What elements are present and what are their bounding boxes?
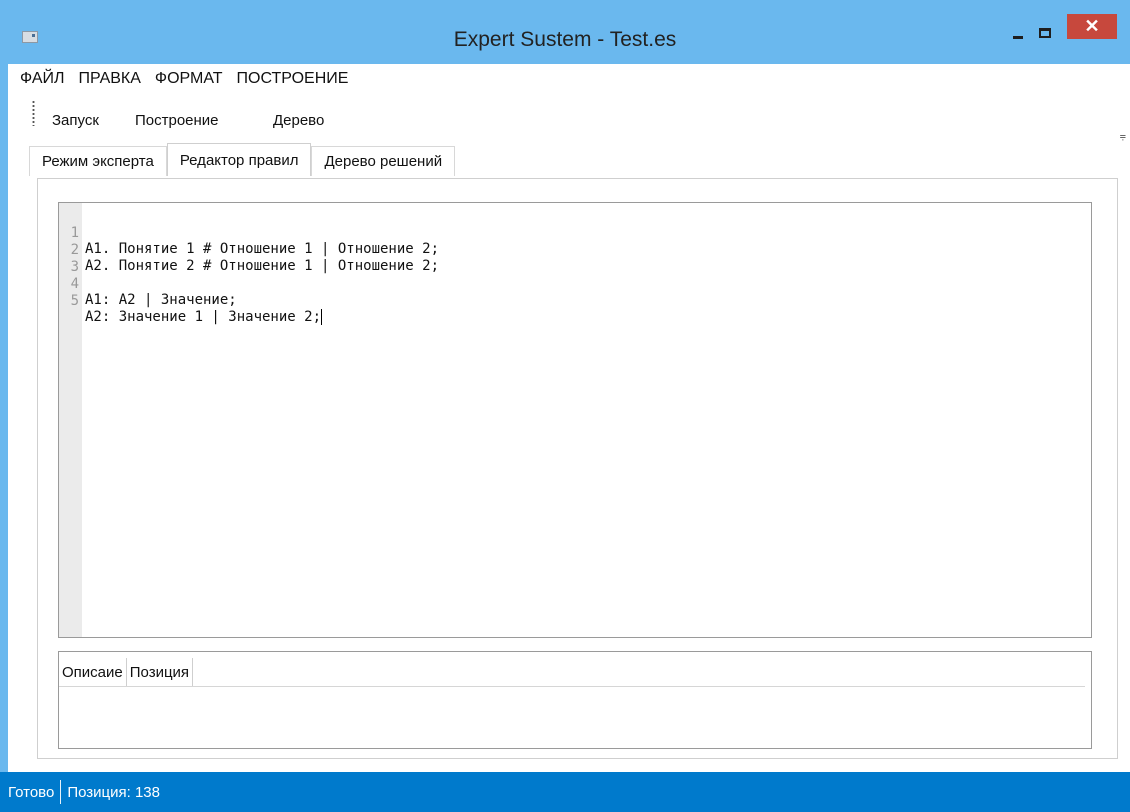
menu-format[interactable]: ФОРМАТ [155, 70, 223, 88]
run-button[interactable]: Запуск [52, 112, 99, 129]
toolbar-grip-icon[interactable] [32, 100, 35, 126]
minimize-button[interactable] [1003, 19, 1033, 47]
code-line: 2 A2. Понятие 2 # Отношение 1 | Отношени… [59, 226, 439, 274]
minimize-icon [1013, 35, 1023, 39]
column-header-position[interactable]: Позиция [127, 658, 194, 686]
close-icon: ✕ [1084, 16, 1100, 36]
tab-strip: Режим эксперта Редактор правил Дерево ре… [29, 143, 456, 176]
code-line: 3 [59, 243, 143, 275]
line-number: 5 [70, 293, 79, 309]
status-state: Готово [8, 783, 55, 801]
code-text-with-caret: A2: Значение 1 | Значение 2; [85, 309, 323, 325]
code-editor[interactable]: 1 A1. Понятие 1 # Отношение 1 | Отношени… [58, 202, 1092, 638]
client-area: ФАЙЛ ПРАВКА ФОРМАТ ПОСТРОЕНИЕ Запуск Пос… [8, 64, 1130, 772]
table-header: Описаие Позиция [59, 658, 1085, 687]
column-header-description[interactable]: Описаие [59, 658, 127, 686]
close-button[interactable]: ✕ [1067, 14, 1117, 39]
rule-editor-panel: 1 A1. Понятие 1 # Отношение 1 | Отношени… [37, 178, 1118, 759]
window-title: Expert Sustem - Test.es [453, 28, 677, 51]
menu-build[interactable]: ПОСТРОЕНИЕ [237, 70, 349, 88]
tab-rule-editor[interactable]: Редактор правил [166, 143, 312, 176]
main-window: Expert Sustem - Test.es ✕ ФАЙЛ ПРАВКА ФО… [0, 0, 1130, 812]
menu-file[interactable]: ФАЙЛ [20, 70, 64, 88]
code-line: 1 A1. Понятие 1 # Отношение 1 | Отношени… [59, 209, 439, 257]
menu-edit[interactable]: ПРАВКА [78, 70, 140, 88]
status-position: Позиция: 138 [67, 783, 160, 801]
code-line: 4 A1: A2 | Значение; [59, 260, 237, 308]
toolbar: Запуск Построение Дерево ⩦ [8, 96, 1130, 142]
menu-bar: ФАЙЛ ПРАВКА ФОРМАТ ПОСТРОЕНИЕ [8, 64, 1130, 94]
toolbar-overflow-icon[interactable]: ⩦ [1120, 130, 1126, 143]
maximize-icon [1039, 28, 1051, 38]
maximize-button[interactable] [1030, 19, 1060, 47]
status-separator [60, 780, 62, 804]
text-caret [321, 309, 323, 325]
tab-expert-mode[interactable]: Режим эксперта [29, 146, 167, 176]
code-text: A2: Значение 1 | Значение 2; [85, 309, 322, 325]
status-bar: Готово Позиция: 138 [0, 772, 1130, 812]
build-button[interactable]: Построение [135, 112, 219, 129]
code-line: 5 A2: Значение 1 | Значение 2; [59, 277, 323, 325]
results-table[interactable]: Описаие Позиция [58, 651, 1092, 749]
tab-decision-tree[interactable]: Дерево решений [311, 146, 456, 176]
title-bar[interactable]: Expert Sustem - Test.es ✕ [0, 0, 1130, 64]
tree-button[interactable]: Дерево [273, 112, 324, 129]
